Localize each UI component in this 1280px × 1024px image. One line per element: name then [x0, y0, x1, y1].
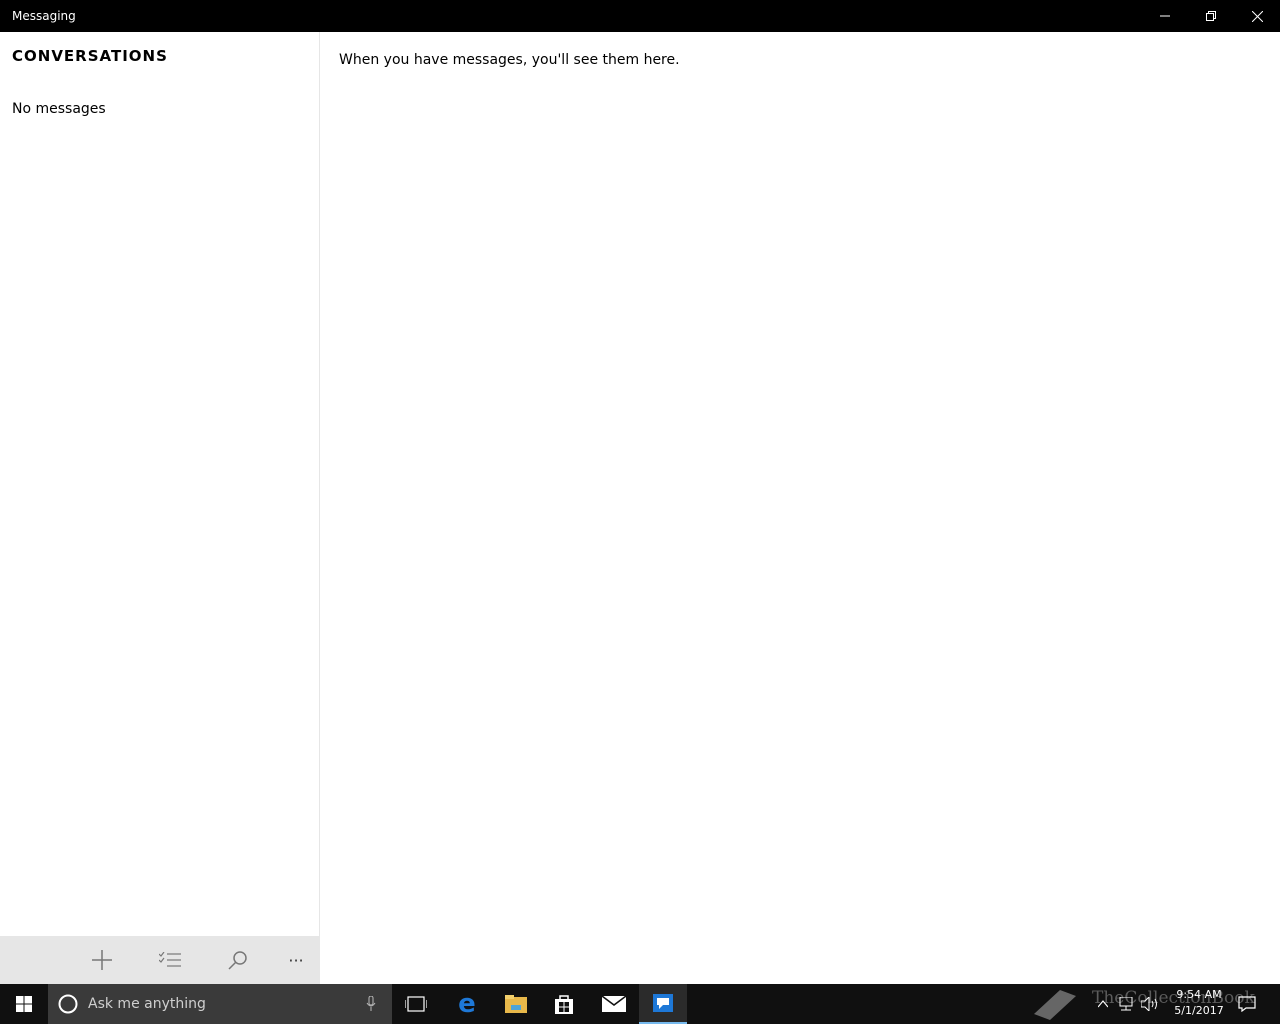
mail-icon [602, 996, 626, 1012]
cortana-search-box[interactable]: Ask me anything [48, 984, 392, 1024]
store-icon [555, 995, 573, 1014]
close-button[interactable] [1234, 0, 1280, 32]
file-explorer-icon [505, 995, 527, 1013]
minimize-button[interactable] [1142, 0, 1188, 32]
microphone-icon[interactable] [366, 996, 376, 1012]
volume-icon[interactable] [1141, 997, 1159, 1011]
select-button[interactable] [146, 936, 194, 984]
network-icon[interactable] [1118, 997, 1134, 1011]
windows-logo-icon [16, 996, 32, 1012]
no-messages-text: No messages [12, 101, 106, 117]
search-icon [228, 951, 247, 970]
taskbar: Ask me anything e TheCollectionBook 9:54… [0, 984, 1280, 1024]
messaging-icon [653, 994, 673, 1012]
task-view-icon [405, 996, 427, 1012]
window-controls [1142, 0, 1280, 32]
command-bar: ··· [0, 936, 320, 984]
close-icon [1251, 10, 1263, 22]
edge-icon: e [458, 989, 476, 1019]
add-icon [92, 950, 112, 970]
window-title: Messaging [12, 9, 76, 23]
new-message-button[interactable] [78, 936, 126, 984]
clock[interactable]: 9:54 AM 5/1/2017 [1164, 987, 1234, 1019]
watermark-logo-icon [1034, 990, 1076, 1020]
start-button[interactable] [0, 984, 48, 1024]
cortana-icon [58, 994, 78, 1014]
edge-taskbar-button[interactable]: e [443, 984, 491, 1024]
more-icon: ··· [288, 950, 304, 970]
store-button[interactable] [540, 984, 588, 1024]
conversations-pane: CONVERSATIONS No messages ··· [0, 32, 320, 984]
more-button[interactable]: ··· [272, 936, 320, 984]
messaging-taskbar-button[interactable] [639, 984, 687, 1024]
mail-button[interactable] [590, 984, 638, 1024]
restore-button[interactable] [1188, 0, 1234, 32]
clock-date: 5/1/2017 [1174, 1004, 1224, 1017]
search-placeholder: Ask me anything [88, 996, 206, 1012]
restore-icon [1206, 11, 1216, 21]
conversations-heading: CONVERSATIONS [12, 47, 168, 65]
select-list-icon [159, 952, 181, 967]
clock-time: 9:54 AM [1176, 988, 1222, 1001]
search-button[interactable] [214, 936, 262, 984]
show-hidden-icons-icon[interactable] [1098, 1000, 1108, 1008]
minimize-icon [1160, 15, 1170, 17]
message-pane: When you have messages, you'll see them … [321, 32, 1280, 984]
file-explorer-button[interactable] [492, 984, 540, 1024]
task-view-button[interactable] [392, 984, 440, 1024]
system-tray: TheCollectionBook 9:54 AM 5/1/2017 [1020, 984, 1280, 1024]
action-center-icon[interactable] [1238, 996, 1256, 1012]
empty-messages-hint: When you have messages, you'll see them … [339, 52, 680, 68]
title-bar: Messaging [0, 0, 1280, 32]
